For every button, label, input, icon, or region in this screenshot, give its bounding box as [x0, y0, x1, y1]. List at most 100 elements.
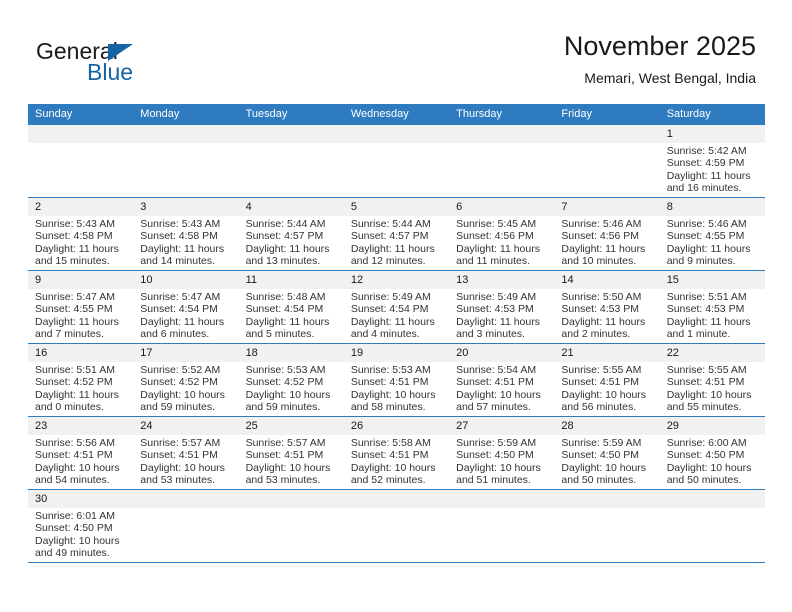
sunrise-text: Sunrise: 5:55 AM [561, 364, 642, 376]
daylight-text: Daylight: 11 hours and 1 minute. [666, 315, 751, 341]
day-info: Sunrise: 5:57 AM Sunset: 4:51 PM Daylight:… [133, 435, 238, 487]
day-number [449, 125, 555, 143]
day-cell[interactable]: 2 Sunrise: 5:43 AM Sunset: 4:58 PM Daylight… [28, 198, 134, 270]
daylight-text: Daylight: 10 hours and 55 minutes. [666, 388, 752, 414]
sunset-text: Sunset: 4:51 PM [456, 376, 534, 389]
day-cell[interactable]: 23 Sunrise: 5:56 AM Sunset: 4:51 PM Dayligh… [28, 417, 134, 489]
calendar-week-row: 9 Sunrise: 5:47 AM Sunset: 4:55 PM Daylight… [28, 271, 765, 344]
daylight-text: Daylight: 11 hours and 15 minutes. [35, 242, 119, 268]
sunrise-text: Sunrise: 5:47 AM [35, 291, 115, 303]
day-cell[interactable]: 6 Sunrise: 5:45 AM Sunset: 4:56 PM Daylight… [449, 198, 555, 270]
day-number: 30 [28, 490, 134, 508]
day-cell[interactable]: 18 Sunrise: 5:53 AM Sunset: 4:52 PM Dayligh… [238, 344, 344, 416]
day-cell[interactable]: 17 Sunrise: 5:52 AM Sunset: 4:52 PM Dayligh… [133, 344, 239, 416]
day-number: 24 [133, 417, 239, 435]
sunset-text: Sunset: 4:58 PM [140, 230, 218, 243]
day-cell[interactable]: 14 Sunrise: 5:50 AM Sunset: 4:53 PM Dayligh… [554, 271, 660, 343]
sunset-text: Sunset: 4:51 PM [666, 376, 745, 389]
daylight-text: Daylight: 11 hours and 6 minutes. [140, 315, 225, 341]
day-number: 10 [133, 271, 239, 289]
sunrise-text: Sunrise: 5:56 AM [35, 437, 115, 449]
day-cell[interactable]: 20 Sunrise: 5:54 AM Sunset: 4:51 PM Dayligh… [449, 344, 555, 416]
day-cell[interactable]: 22 Sunrise: 5:55 AM Sunset: 4:51 PM Dayligh… [659, 344, 765, 416]
sunset-text: Sunset: 4:52 PM [35, 376, 113, 389]
day-cell-empty [133, 125, 239, 197]
sunrise-text: Sunrise: 5:44 AM [350, 218, 431, 230]
day-cell[interactable]: 26 Sunrise: 5:58 AM Sunset: 4:51 PM Dayligh… [343, 417, 450, 489]
day-number: 26 [343, 417, 450, 435]
day-cell-empty [238, 125, 344, 197]
day-number: 9 [28, 271, 134, 289]
day-number: 27 [449, 417, 555, 435]
daylight-text: Daylight: 11 hours and 4 minutes. [350, 315, 435, 341]
daylight-text: Daylight: 10 hours and 59 minutes. [245, 388, 331, 414]
day-cell[interactable]: 10 Sunrise: 5:47 AM Sunset: 4:54 PM Dayligh… [133, 271, 239, 343]
day-info: Sunrise: 5:53 AM Sunset: 4:52 PM Daylight:… [239, 362, 344, 414]
sunset-text: Sunset: 4:56 PM [561, 230, 640, 243]
day-info: Sunrise: 5:52 AM Sunset: 4:52 PM Daylight:… [133, 362, 238, 414]
day-number [133, 125, 239, 143]
sunrise-text: Sunrise: 5:59 AM [456, 437, 537, 449]
day-cell[interactable]: 28 Sunrise: 5:59 AM Sunset: 4:50 PM Dayligh… [554, 417, 660, 489]
day-cell[interactable]: 12 Sunrise: 5:49 AM Sunset: 4:54 PM Dayligh… [343, 271, 450, 343]
daylight-text: Daylight: 10 hours and 53 minutes. [245, 461, 331, 487]
day-cell[interactable]: 15 Sunrise: 5:51 AM Sunset: 4:53 PM Dayligh… [659, 271, 765, 343]
day-cell[interactable]: 7 Sunrise: 5:46 AM Sunset: 4:56 PM Daylight… [554, 198, 660, 270]
daylight-text: Daylight: 10 hours and 56 minutes. [561, 388, 647, 414]
weekday-header-tuesday: Tuesday [245, 108, 288, 120]
day-number [659, 490, 765, 508]
day-cell-empty [28, 125, 134, 197]
day-number: 7 [554, 198, 660, 216]
calendar-week-row: 30 Sunrise: 6:01 AM Sunset: 4:50 PM Dayligh… [28, 490, 765, 563]
daylight-text: Daylight: 10 hours and 50 minutes. [561, 461, 647, 487]
day-cell[interactable]: 27 Sunrise: 5:59 AM Sunset: 4:50 PM Dayligh… [449, 417, 555, 489]
day-cell[interactable]: 11 Sunrise: 5:48 AM Sunset: 4:54 PM Dayligh… [238, 271, 344, 343]
sunset-text: Sunset: 4:51 PM [140, 449, 218, 462]
daylight-text: Daylight: 11 hours and 13 minutes. [245, 242, 330, 268]
sunrise-text: Sunrise: 5:44 AM [245, 218, 326, 230]
day-info: Sunrise: 5:51 AM Sunset: 4:52 PM Daylight:… [28, 362, 133, 414]
day-number [449, 490, 555, 508]
day-cell[interactable]: 1 Sunrise: 5:42 AM Sunset: 4:59 PM Daylight… [659, 125, 765, 197]
day-number: 8 [659, 198, 765, 216]
day-cell[interactable]: 5 Sunrise: 5:44 AM Sunset: 4:57 PM Daylight… [343, 198, 450, 270]
sunrise-text: Sunrise: 5:45 AM [456, 218, 537, 230]
day-info: Sunrise: 5:50 AM Sunset: 4:53 PM Daylight:… [554, 289, 659, 341]
day-cell[interactable]: 9 Sunrise: 5:47 AM Sunset: 4:55 PM Daylight… [28, 271, 134, 343]
sunrise-text: Sunrise: 5:46 AM [666, 218, 747, 230]
location-subtitle: Memari, West Bengal, India [584, 70, 756, 86]
day-cell[interactable]: 13 Sunrise: 5:49 AM Sunset: 4:53 PM Dayligh… [449, 271, 555, 343]
sunrise-text: Sunrise: 6:01 AM [35, 510, 115, 522]
day-cell[interactable]: 21 Sunrise: 5:55 AM Sunset: 4:51 PM Dayligh… [554, 344, 660, 416]
day-cell[interactable]: 4 Sunrise: 5:44 AM Sunset: 4:57 PM Daylight… [238, 198, 344, 270]
day-number [133, 490, 239, 508]
sunrise-text: Sunrise: 5:48 AM [245, 291, 326, 303]
sunset-text: Sunset: 4:56 PM [456, 230, 534, 243]
day-cell[interactable]: 25 Sunrise: 5:57 AM Sunset: 4:51 PM Dayligh… [238, 417, 344, 489]
sunset-text: Sunset: 4:51 PM [350, 376, 429, 389]
day-info: Sunrise: 5:51 AM Sunset: 4:53 PM Daylight:… [660, 289, 765, 341]
calendar-week-row: 16 Sunrise: 5:51 AM Sunset: 4:52 PM Dayligh… [28, 344, 765, 417]
day-cell[interactable]: 3 Sunrise: 5:43 AM Sunset: 4:58 PM Daylight… [133, 198, 239, 270]
day-cell[interactable]: 29 Sunrise: 6:00 AM Sunset: 4:50 PM Dayligh… [659, 417, 765, 489]
day-info: Sunrise: 5:59 AM Sunset: 4:50 PM Daylight:… [554, 435, 659, 487]
sunrise-text: Sunrise: 5:52 AM [140, 364, 221, 376]
day-info: Sunrise: 6:00 AM Sunset: 4:50 PM Daylight:… [660, 435, 765, 487]
day-number: 21 [554, 344, 660, 362]
day-cell[interactable]: 16 Sunrise: 5:51 AM Sunset: 4:52 PM Dayligh… [28, 344, 134, 416]
sunrise-text: Sunrise: 5:49 AM [350, 291, 431, 303]
day-number: 6 [449, 198, 555, 216]
weekday-header-wednesday: Wednesday [350, 108, 409, 120]
day-number: 16 [28, 344, 134, 362]
day-cell[interactable]: 8 Sunrise: 5:46 AM Sunset: 4:55 PM Daylight… [659, 198, 765, 270]
day-cell[interactable]: 19 Sunrise: 5:53 AM Sunset: 4:51 PM Dayligh… [343, 344, 450, 416]
daylight-text: Daylight: 10 hours and 52 minutes. [350, 461, 436, 487]
sunrise-text: Sunrise: 5:51 AM [666, 291, 747, 303]
calendar-week-row: 2 Sunrise: 5:43 AM Sunset: 4:58 PM Daylight… [28, 198, 765, 271]
day-number: 4 [238, 198, 344, 216]
day-cell[interactable]: 24 Sunrise: 5:57 AM Sunset: 4:51 PM Dayligh… [133, 417, 239, 489]
page-title: November 2025 [563, 31, 756, 61]
day-info: Sunrise: 5:44 AM Sunset: 4:57 PM Daylight:… [344, 216, 449, 268]
day-cell[interactable]: 30 Sunrise: 6:01 AM Sunset: 4:50 PM Dayligh… [28, 490, 134, 562]
calendar-week-row: 23 Sunrise: 5:56 AM Sunset: 4:51 PM Dayligh… [28, 417, 765, 490]
